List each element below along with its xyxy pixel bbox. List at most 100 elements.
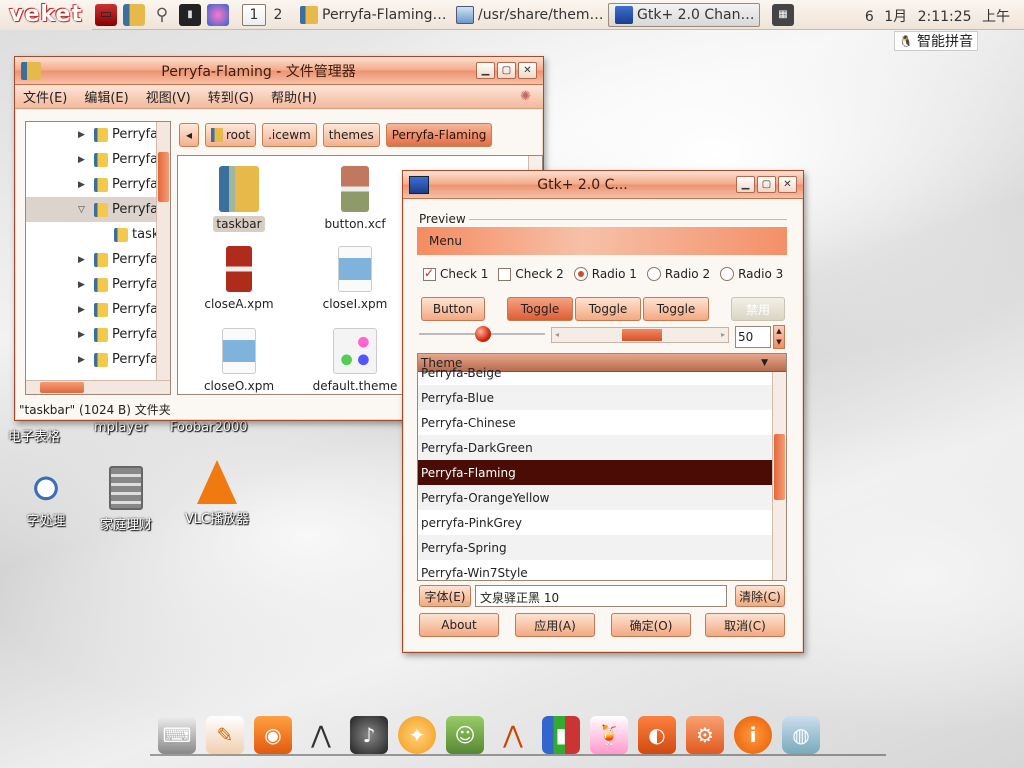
radio-3[interactable]: Radio 3 xyxy=(720,267,783,281)
tree-vertical-scrollbar[interactable] xyxy=(156,122,170,394)
radio-selected[interactable] xyxy=(573,267,588,281)
menu-edit[interactable]: 编辑(E) xyxy=(84,87,128,106)
checkbox-checked[interactable] xyxy=(423,266,436,281)
spin-arrows[interactable]: ▲ ▼ xyxy=(773,325,785,349)
preview-horizontal-scrollbar[interactable]: ◂ ▸ xyxy=(551,327,729,343)
apply-button[interactable]: 应用(A) xyxy=(515,613,595,637)
drink-icon[interactable]: 🍹 xyxy=(590,716,628,754)
file-item[interactable]: button.xcf xyxy=(300,166,410,232)
cancel-button[interactable]: 取消(C) xyxy=(705,613,785,637)
preview-toggle-1[interactable]: Toggle xyxy=(507,297,573,321)
music-player-icon[interactable]: ♪ xyxy=(350,716,388,754)
path-back-button[interactable]: ◂ xyxy=(179,123,199,147)
preview-menubar[interactable]: Menu xyxy=(417,227,787,255)
maximize-button[interactable]: ▢ xyxy=(497,62,516,79)
theme-row[interactable]: Perryfa-Beige xyxy=(418,360,773,385)
theme-row[interactable]: Perryfa-Chinese xyxy=(418,410,773,435)
file-item[interactable]: taskbar xyxy=(184,166,294,232)
desktop-icon-word-processor[interactable]: 字处理 xyxy=(16,462,76,529)
desktop-icon-foobar2000[interactable]: Foobar2000 xyxy=(170,420,248,435)
workspace-2[interactable]: 2 xyxy=(266,4,290,26)
scroll-right-arrow-icon[interactable]: ▸ xyxy=(721,330,725,339)
expand-arrow-icon[interactable]: ▶ xyxy=(78,255,90,265)
font-button[interactable]: 字体(E) xyxy=(419,585,471,607)
graphics-icon[interactable]: ⋀ xyxy=(494,716,532,754)
keyboard-icon[interactable]: ⌨ xyxy=(158,716,196,754)
file-manager-icon[interactable] xyxy=(123,3,145,26)
path-segment-root[interactable]: root xyxy=(205,123,257,147)
close-button[interactable]: ✕ xyxy=(518,62,537,79)
tree-item[interactable]: ▶ Perryfa xyxy=(26,347,170,372)
emulator-icon[interactable]: ☺ xyxy=(446,716,484,754)
font-field[interactable]: 文泉驿正黑 10 xyxy=(475,585,727,607)
checkbox-unchecked[interactable] xyxy=(498,267,512,281)
aquarium-icon[interactable]: ◍ xyxy=(782,716,820,754)
clear-button[interactable]: 清除(C) xyxy=(735,585,785,607)
menu-file[interactable]: 文件(E) xyxy=(23,87,67,106)
ok-button[interactable]: 确定(O) xyxy=(611,613,691,637)
collapse-arrow-icon[interactable]: ▽ xyxy=(78,205,90,215)
drawing-icon[interactable]: ⋀ xyxy=(302,716,340,754)
task-gtk-changer[interactable]: Gtk+ 2.0 Chan… xyxy=(608,2,760,27)
info-icon[interactable]: i xyxy=(734,716,772,754)
document-icon[interactable]: ✎ xyxy=(206,716,244,754)
control-panel-icon[interactable]: ⚙ xyxy=(686,716,724,754)
expand-arrow-icon[interactable]: ▶ xyxy=(78,355,90,365)
terminal-icon[interactable]: ▮ xyxy=(179,3,201,26)
system-tray-icon[interactable]: ▦ xyxy=(772,3,794,26)
scrollbar-thumb[interactable] xyxy=(622,329,662,341)
path-segment-current[interactable]: Perryfa-Flaming xyxy=(385,123,493,147)
file-manager-titlebar[interactable]: Perryfa-Flaming - 文件管理器 ▁ ▢ ✕ xyxy=(15,57,543,85)
menu-go[interactable]: 转到(G) xyxy=(208,87,254,106)
theme-row[interactable]: Perryfa-Win7Style xyxy=(418,560,773,580)
path-segment-icewm[interactable]: .icewm xyxy=(262,123,317,147)
file-item[interactable]: closeI.xpm xyxy=(300,246,410,312)
media-icon[interactable]: ◉ xyxy=(254,716,292,754)
tree-item-selected[interactable]: ▽ Perryfa xyxy=(26,197,170,222)
tree-item[interactable]: ▶ Perryfa xyxy=(26,272,170,297)
veket-logo[interactable]: veket xyxy=(0,0,92,30)
scrollbar-thumb[interactable] xyxy=(158,152,169,202)
radio-unselected[interactable] xyxy=(646,267,661,281)
preview-toggle-3[interactable]: Toggle xyxy=(643,297,709,321)
radio-unselected[interactable] xyxy=(720,267,735,281)
scrollbar-thumb[interactable] xyxy=(774,434,785,500)
preview-slider[interactable] xyxy=(419,326,545,342)
theme-row[interactable]: Perryfa-DarkGreen xyxy=(418,435,773,460)
preview-button[interactable]: Button xyxy=(421,297,485,321)
menu-help[interactable]: 帮助(H) xyxy=(271,87,317,106)
tree-item[interactable]: ▶ Perryfa xyxy=(26,147,170,172)
file-item[interactable]: default.theme xyxy=(300,328,410,394)
search-icon[interactable]: ⚲ xyxy=(151,4,173,26)
preview-spin-input[interactable]: 50 xyxy=(735,326,771,348)
menu-label[interactable]: Menu xyxy=(429,234,462,248)
close-button[interactable]: ✕ xyxy=(778,176,797,193)
theme-row[interactable]: Perryfa-Blue xyxy=(418,385,773,410)
theme-list-scrollbar[interactable] xyxy=(772,372,786,580)
tree-item[interactable]: ▶ Perryfa xyxy=(26,122,170,147)
expand-arrow-icon[interactable]: ▶ xyxy=(78,330,90,340)
check-2[interactable]: Check 2 xyxy=(498,267,564,281)
tree-item[interactable]: ▶ Perryfa xyxy=(26,172,170,197)
menu-view[interactable]: 视图(V) xyxy=(146,87,191,106)
minimize-button[interactable]: ▁ xyxy=(736,176,755,193)
gtk-titlebar[interactable]: Gtk+ 2.0 C... ▁ ▢ ✕ xyxy=(403,171,803,199)
chart-icon[interactable]: ▮ xyxy=(542,716,580,754)
tree-item[interactable]: ▶ Perryfa xyxy=(26,322,170,347)
theme-row[interactable]: Perryfa-OrangeYellow xyxy=(418,485,773,510)
clock[interactable]: 6 1月 2:11:25 上午 xyxy=(865,6,1010,26)
theme-row-selected[interactable]: Perryfa-Flaming xyxy=(418,460,773,485)
path-segment-themes[interactable]: themes xyxy=(322,123,380,147)
desktop-icon-finance[interactable]: 家庭理财 xyxy=(94,466,158,533)
theme-row[interactable]: perryfa-PinkGrey xyxy=(418,510,773,535)
tree-horizontal-scrollbar[interactable] xyxy=(26,380,170,394)
desktop-icon-vlc[interactable]: VLC播放器 xyxy=(178,460,256,527)
slider-knob[interactable] xyxy=(475,326,491,342)
desktop-icon-mplayer[interactable]: mplayer xyxy=(94,420,148,435)
maximize-button[interactable]: ▢ xyxy=(757,176,776,193)
office-icon[interactable]: ◐ xyxy=(638,716,676,754)
ime-indicator[interactable]: 🐧 智能拼音 xyxy=(894,31,978,51)
gtk-theme-window[interactable]: Gtk+ 2.0 C... ▁ ▢ ✕ Preview Menu Check 1… xyxy=(402,170,804,653)
workspace-1[interactable]: 1 xyxy=(242,3,266,26)
theme-row[interactable]: Perryfa-Spring xyxy=(418,535,773,560)
